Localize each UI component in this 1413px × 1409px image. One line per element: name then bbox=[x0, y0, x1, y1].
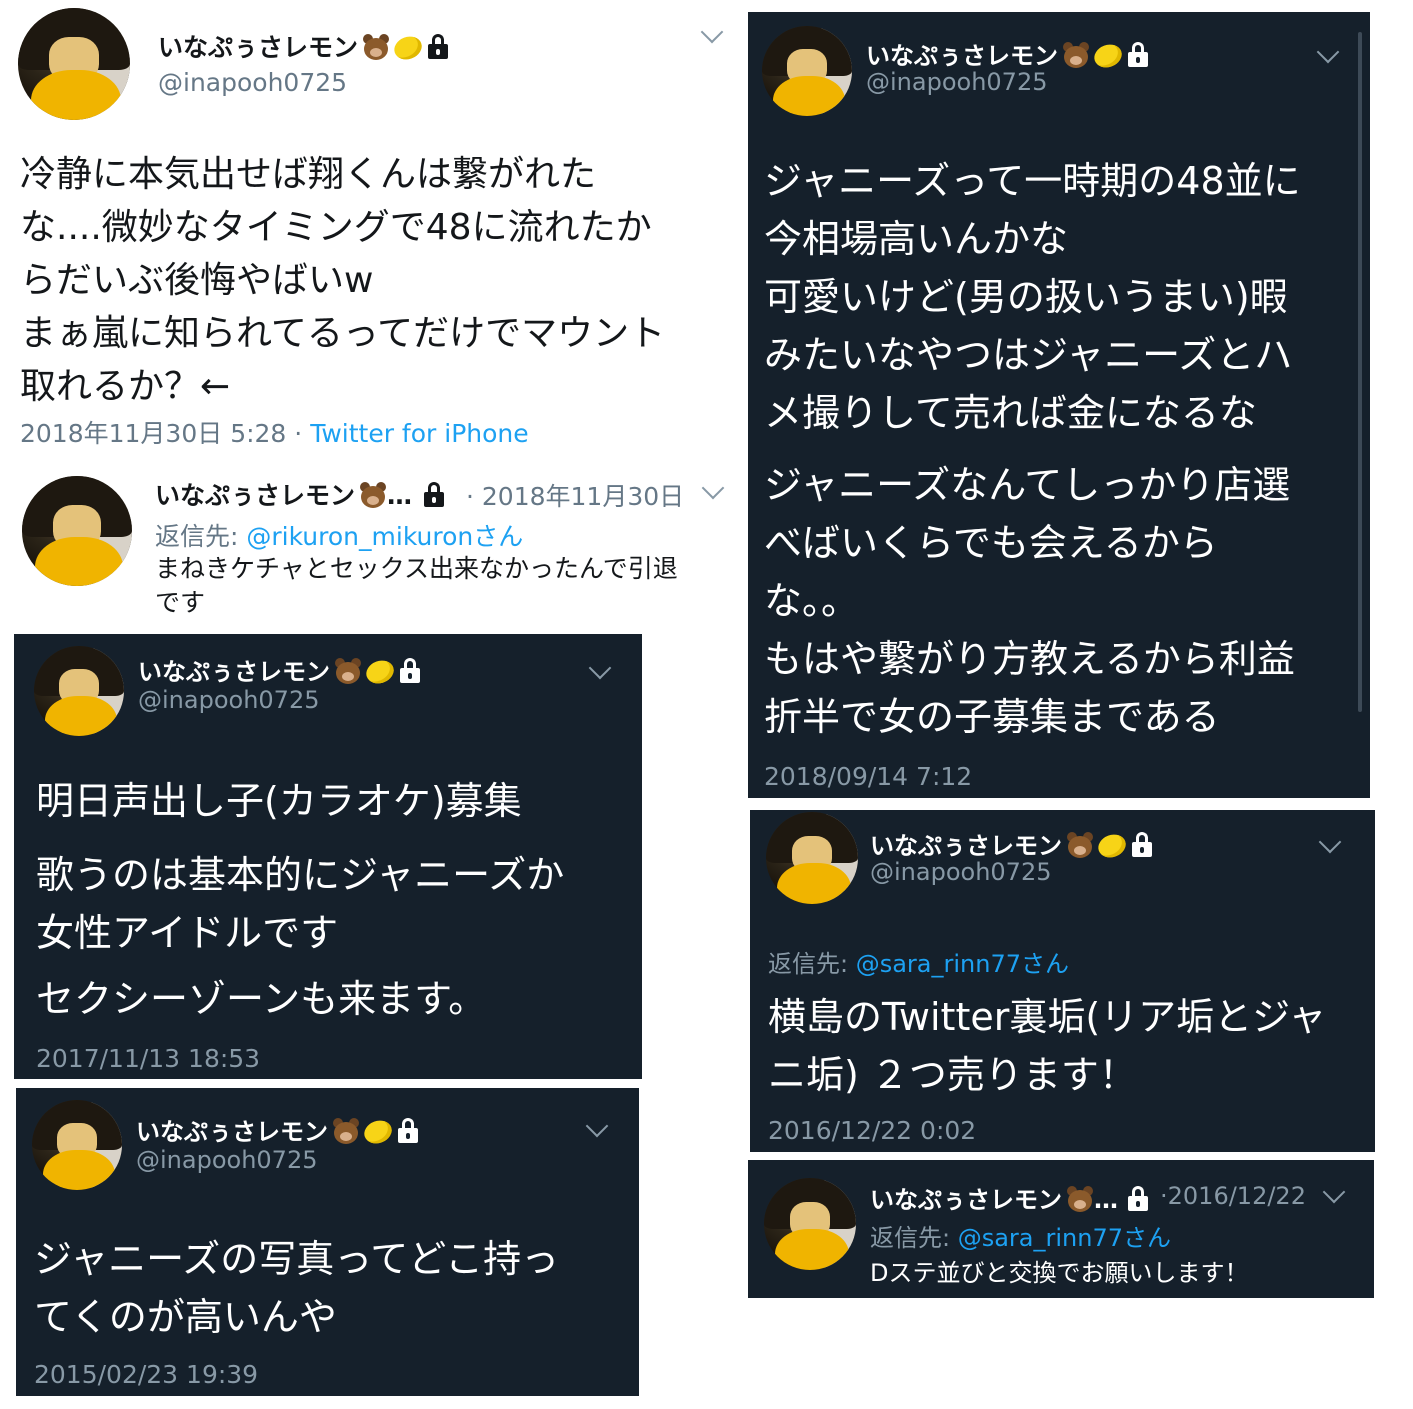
user-handle[interactable]: @inapooh0725 bbox=[866, 68, 1047, 96]
chevron-down-icon[interactable] bbox=[588, 656, 612, 680]
display-name[interactable]: いなぷぅさレモン … bbox=[870, 1180, 1148, 1215]
user-handle[interactable]: @inapooh0725 bbox=[158, 68, 347, 97]
lemon-emoji-icon bbox=[363, 656, 397, 688]
tweet-meta: 2018年11月30日 5:28 · Twitter for iPhone bbox=[20, 414, 529, 450]
reply-to-line: 返信先: @sara_rinn77さん bbox=[768, 944, 1069, 979]
tweet-card-5[interactable]: いなぷぅさレモン @inapooh0725 ジャニーズって一時期の48並に 今相… bbox=[748, 12, 1370, 798]
display-name[interactable]: いなぷぅさレモン bbox=[136, 1112, 418, 1148]
ellipsis: … bbox=[1094, 1186, 1118, 1214]
avatar[interactable] bbox=[764, 1178, 856, 1270]
user-handle[interactable]: @inapooh0725 bbox=[870, 858, 1051, 886]
meta-separator: · bbox=[286, 419, 311, 448]
lock-icon bbox=[400, 658, 420, 683]
tweet-date[interactable]: 2018/09/14 7:12 bbox=[764, 762, 972, 791]
display-name-text: いなぷぅさレモン bbox=[136, 1118, 328, 1146]
display-name-text: いなぷぅさレモン bbox=[870, 1186, 1062, 1214]
tweet-text: 冷静に本気出せば翔くんは繋がれた な....微妙なタイミングで48に流れたか ら… bbox=[20, 154, 666, 407]
display-name[interactable]: いなぷぅさレモン bbox=[870, 826, 1152, 862]
tweet-text-2: ジャニーズなんてしっかり店選 べばいくらでも会えるから な。。 もはや繋がり方教… bbox=[764, 463, 1295, 739]
lock-icon bbox=[1132, 832, 1152, 857]
avatar[interactable] bbox=[22, 476, 132, 586]
tweet-card-2[interactable]: いなぷぅさレモン … · 2018年11月30日 返信先: @rikuron_mi… bbox=[0, 462, 745, 630]
reply-to-line: 返信先: @sara_rinn77さん bbox=[870, 1218, 1171, 1253]
avatar[interactable] bbox=[762, 26, 852, 116]
lock-icon bbox=[1128, 42, 1148, 67]
tweet-card-7[interactable]: いなぷぅさレモン … ·2016/12/22 返信先: @sara_rinn77さ… bbox=[748, 1160, 1374, 1298]
tweet-card-6[interactable]: いなぷぅさレモン @inapooh0725 返信先: @sara_rinn77さ… bbox=[750, 810, 1375, 1152]
scrollbar[interactable] bbox=[1358, 32, 1362, 712]
bear-emoji-icon bbox=[362, 34, 390, 60]
display-name-text: いなぷぅさレモン bbox=[155, 481, 356, 510]
avatar[interactable] bbox=[766, 812, 858, 904]
user-handle[interactable]: @inapooh0725 bbox=[136, 1146, 317, 1174]
lock-icon bbox=[424, 482, 445, 507]
avatar[interactable] bbox=[32, 1100, 122, 1190]
lemon-emoji-icon bbox=[361, 1116, 395, 1148]
reply-label: 返信先: bbox=[768, 950, 856, 978]
chevron-down-icon[interactable] bbox=[1322, 1180, 1346, 1204]
tweet-text-2: 歌うのは基本的にジャニーズか 女性アイドルです bbox=[36, 853, 565, 955]
user-handle[interactable]: @inapooh0725 bbox=[138, 686, 319, 714]
lemon-emoji-icon bbox=[1091, 40, 1125, 72]
bear-emoji-icon bbox=[1066, 832, 1094, 858]
bear-emoji-icon bbox=[1066, 1186, 1094, 1212]
tweet-card-3[interactable]: いなぷぅさレモン @inapooh0725 明日声出し子(カラオケ)募集 歌うの… bbox=[14, 634, 642, 1079]
lemon-emoji-icon bbox=[1095, 830, 1129, 862]
display-name[interactable]: いなぷぅさレモン bbox=[866, 36, 1148, 72]
tweet-card-4[interactable]: いなぷぅさレモン @inapooh0725 ジャニーズの写真ってどこ持っ てくの… bbox=[16, 1088, 639, 1396]
tweet-source-link[interactable]: Twitter for iPhone bbox=[310, 419, 528, 448]
ellipsis: … bbox=[387, 481, 413, 510]
chevron-down-icon[interactable] bbox=[701, 476, 725, 500]
display-name-text: いなぷぅさレモン bbox=[158, 33, 359, 62]
avatar[interactable] bbox=[34, 646, 124, 736]
bear-emoji-icon bbox=[1062, 42, 1090, 68]
bear-emoji-icon bbox=[334, 658, 362, 684]
tweet-text: ジャニーズって一時期の48並に 今相場高いんかな 可愛いけど(男の扱いうまい)暇… bbox=[764, 159, 1301, 435]
tweet-date[interactable]: ·2016/12/22 bbox=[1160, 1182, 1306, 1210]
reply-to-link[interactable]: @sara_rinn77さん bbox=[958, 1224, 1171, 1252]
tweet-text: Dステ並びと交換でお願いします！ bbox=[870, 1259, 1249, 1287]
tweet-text: まねきケチャとセックス出来なかったんで引退 です bbox=[155, 554, 678, 617]
avatar[interactable] bbox=[18, 8, 130, 120]
lock-icon bbox=[398, 1118, 418, 1143]
chevron-down-icon[interactable] bbox=[585, 1114, 609, 1138]
tweet-text-3: セクシーゾーンも来ます。 bbox=[36, 977, 487, 1021]
tweet-date[interactable]: 2018年11月30日 5:28 bbox=[20, 419, 286, 448]
display-name-text: いなぷぅさレモン bbox=[138, 658, 330, 686]
tweet-date[interactable]: · 2018年11月30日 bbox=[466, 477, 684, 513]
tweet-date[interactable]: 2017/11/13 18:53 bbox=[36, 1044, 260, 1073]
tweet-date[interactable]: 2015/02/23 19:39 bbox=[34, 1360, 258, 1389]
tweet-date[interactable]: 2016/12/22 0:02 bbox=[768, 1116, 976, 1145]
tweet-card-1[interactable]: いなぷぅさレモン @inapooh0725 冷静に本気出せば翔くんは繋がれた な… bbox=[0, 0, 745, 460]
reply-to-link[interactable]: @rikuron_mikuronさん bbox=[246, 522, 523, 551]
reply-label: 返信先: bbox=[155, 522, 247, 551]
tweet-text: 横島のTwitter裏垢(リア垢とジャ ニ垢) ２つ売ります！ bbox=[768, 995, 1327, 1097]
display-name-text: いなぷぅさレモン bbox=[870, 832, 1062, 860]
reply-label: 返信先: bbox=[870, 1224, 958, 1252]
lemon-emoji-icon bbox=[391, 32, 425, 64]
chevron-down-icon[interactable] bbox=[1316, 40, 1340, 64]
chevron-down-icon[interactable] bbox=[700, 20, 724, 44]
tweet-text: 明日声出し子(カラオケ)募集 bbox=[36, 779, 522, 823]
reply-to-line: 返信先: @rikuron_mikuronさん bbox=[155, 517, 523, 553]
display-name-text: いなぷぅさレモン bbox=[866, 42, 1058, 70]
lock-icon bbox=[1128, 1186, 1148, 1211]
chevron-down-icon[interactable] bbox=[1318, 830, 1342, 854]
display-name[interactable]: いなぷぅさレモン … bbox=[155, 476, 445, 512]
display-name[interactable]: いなぷぅさレモン bbox=[158, 28, 449, 64]
reply-to-link[interactable]: @sara_rinn77さん bbox=[856, 950, 1069, 978]
tweet-text: ジャニーズの写真ってどこ持っ てくのが高いんや bbox=[34, 1237, 560, 1339]
bear-emoji-icon bbox=[332, 1118, 360, 1144]
display-name[interactable]: いなぷぅさレモン bbox=[138, 652, 420, 688]
bear-emoji-icon bbox=[359, 482, 387, 508]
lock-icon bbox=[428, 34, 449, 59]
